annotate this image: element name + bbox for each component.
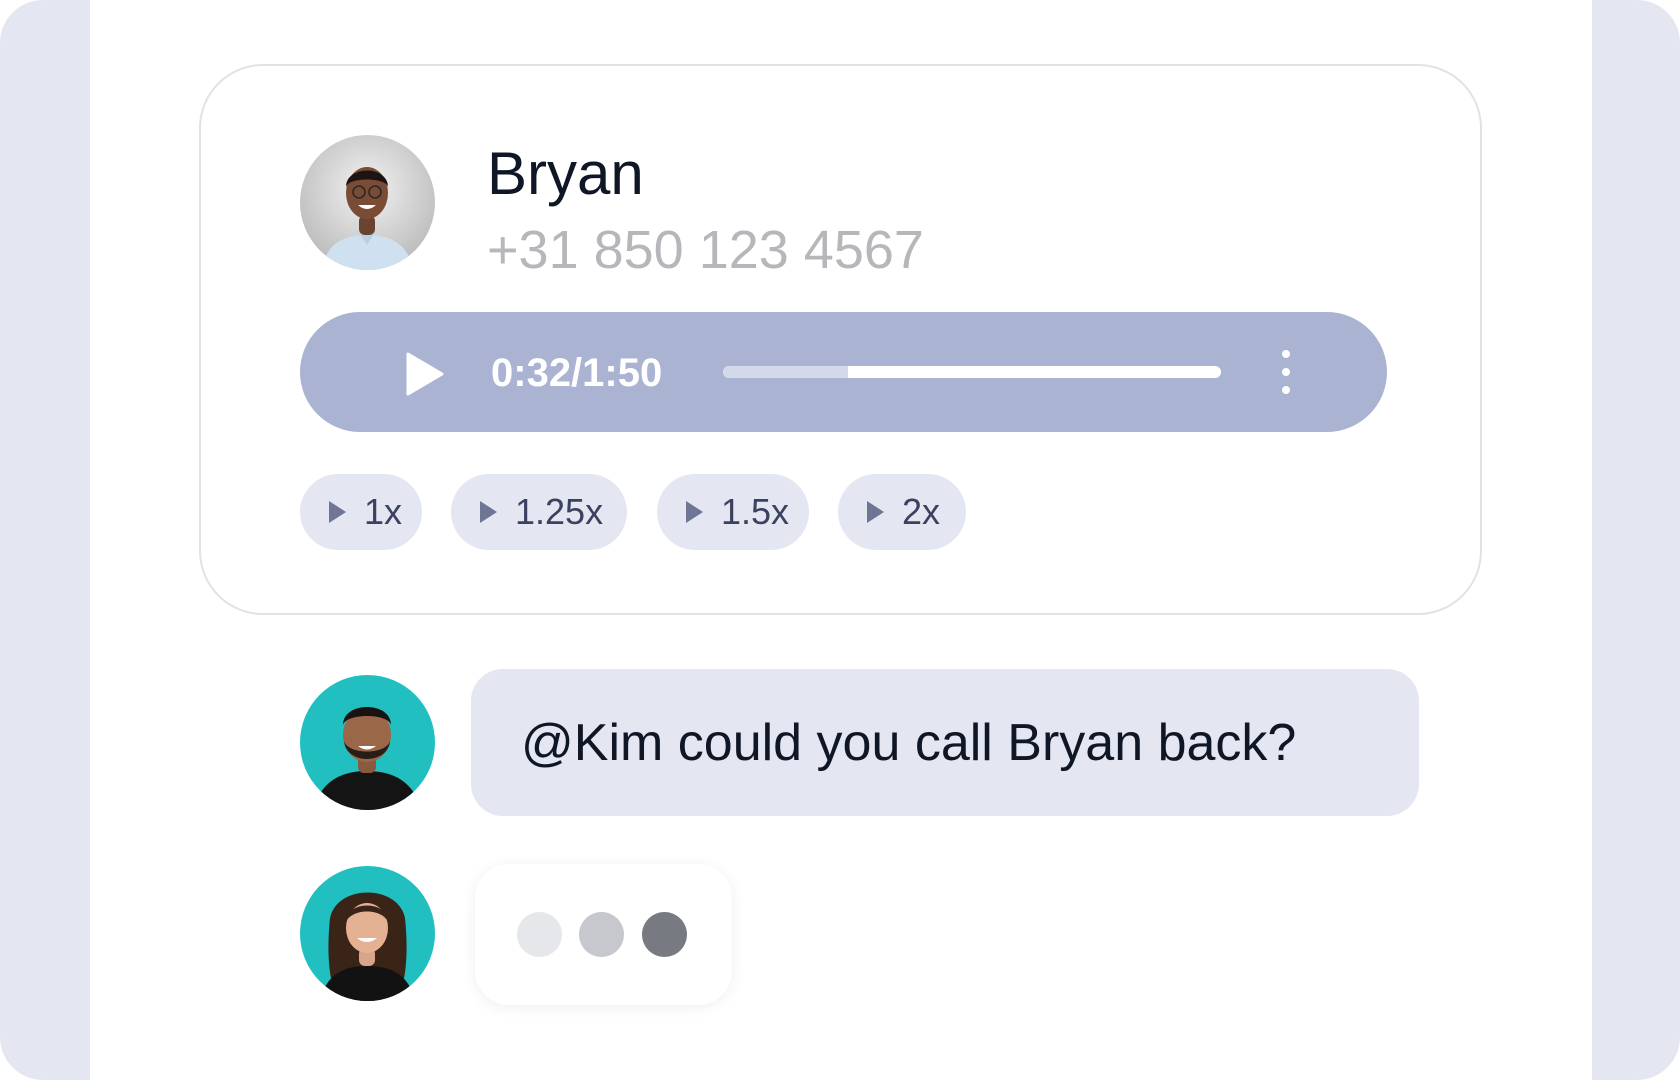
play-icon	[686, 501, 703, 523]
speed-button-2x[interactable]: 2x	[838, 474, 966, 550]
play-icon	[480, 501, 497, 523]
audio-player: 0:32/1:50	[300, 312, 1387, 432]
caller-phone: +31 850 123 4567	[487, 220, 924, 280]
caller-avatar	[300, 135, 435, 270]
progress-track[interactable]	[723, 366, 1221, 378]
more-vertical-icon[interactable]	[1278, 348, 1294, 396]
play-icon	[329, 501, 346, 523]
speed-label: 1.25x	[515, 491, 604, 532]
typing-user-avatar	[300, 866, 435, 1001]
speed-label: 1x	[364, 491, 403, 532]
chat-message-bubble: @Kim could you call Bryan back?	[471, 669, 1419, 816]
play-icon[interactable]	[404, 352, 444, 396]
speed-button-1-25x[interactable]: 1.25x	[451, 474, 627, 550]
typing-dot	[579, 912, 624, 957]
speed-label: 2x	[902, 491, 941, 532]
progress-fill	[723, 366, 848, 378]
typing-indicator	[475, 864, 732, 1005]
speed-button-1-5x[interactable]: 1.5x	[657, 474, 809, 550]
chat-message-text: @Kim could you call Bryan back?	[521, 714, 1297, 772]
caller-name: Bryan	[487, 140, 644, 207]
typing-dot	[517, 912, 562, 957]
play-icon	[867, 501, 884, 523]
speed-label: 1.5x	[721, 491, 790, 532]
typing-dot	[642, 912, 687, 957]
speed-button-1x[interactable]: 1x	[300, 474, 422, 550]
playback-time: 0:32/1:50	[491, 351, 663, 395]
sender-avatar	[300, 675, 435, 810]
